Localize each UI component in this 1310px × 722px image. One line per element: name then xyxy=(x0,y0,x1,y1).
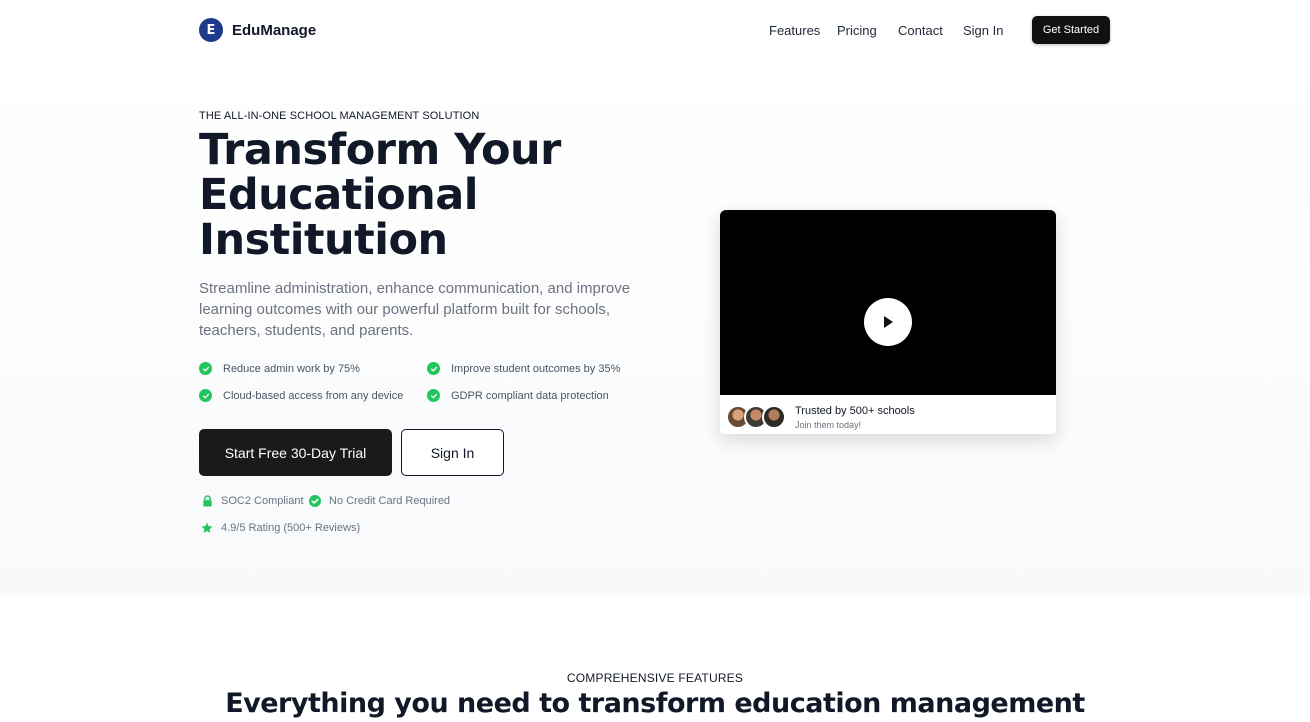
star-icon xyxy=(201,521,213,534)
nav-link-features[interactable]: Features xyxy=(769,23,820,38)
benefit-item: Improve student outcomes by 35% xyxy=(427,362,620,375)
trusted-by-title: Trusted by 500+ schools xyxy=(795,405,915,417)
play-button[interactable] xyxy=(864,298,912,346)
benefit-label: GDPR compliant data protection xyxy=(451,389,609,402)
nav-link-contact[interactable]: Contact xyxy=(898,23,943,38)
features-eyebrow: COMPREHENSIVE FEATURES xyxy=(566,671,744,685)
benefit-item: Reduce admin work by 75% xyxy=(199,362,360,375)
video-card-footer: Trusted by 500+ schools Join them today! xyxy=(720,395,1056,434)
check-circle-icon xyxy=(309,494,321,507)
hero-eyebrow: THE ALL-IN-ONE SCHOOL MANAGEMENT SOLUTIO… xyxy=(199,110,480,122)
benefit-label: Cloud-based access from any device xyxy=(223,389,404,402)
hero-headline: Transform Your Educational Institution xyxy=(199,125,561,265)
brand-logo-icon: E xyxy=(199,18,223,42)
trust-label: SOC2 Compliant xyxy=(221,494,304,507)
start-free-trial-button[interactable]: Start Free 30-Day Trial xyxy=(199,429,392,476)
trust-badge-soc2: SOC2 Compliant xyxy=(201,494,304,507)
trust-badge-rating: 4.9/5 Rating (500+ Reviews) xyxy=(201,521,360,534)
avatar-group xyxy=(726,405,788,429)
nav-link-pricing[interactable]: Pricing xyxy=(837,23,877,38)
features-title: Everything you need to transform educati… xyxy=(225,688,1085,719)
benefit-item: GDPR compliant data protection xyxy=(427,389,609,402)
video-card: Trusted by 500+ schools Join them today! xyxy=(720,210,1056,434)
hero-subtitle: Streamline administration, enhance commu… xyxy=(199,280,631,339)
brand-name: EduManage xyxy=(232,21,317,39)
trust-label: 4.9/5 Rating (500+ Reviews) xyxy=(221,521,361,534)
play-icon xyxy=(884,316,893,328)
top-navbar: E EduManage Features Pricing Contact Sig… xyxy=(0,0,1310,60)
video-player[interactable] xyxy=(720,210,1056,395)
check-circle-icon xyxy=(427,362,440,375)
benefit-label: Reduce admin work by 75% xyxy=(223,362,360,375)
trust-badge-no-card: No Credit Card Required xyxy=(309,494,450,507)
benefit-item: Cloud-based access from any device xyxy=(199,389,403,402)
benefit-label: Improve student outcomes by 35% xyxy=(451,362,621,375)
trusted-by-subtitle: Join them today! xyxy=(795,420,862,430)
lock-icon xyxy=(201,494,213,507)
check-circle-icon xyxy=(199,389,212,402)
get-started-button[interactable]: Get Started xyxy=(1032,16,1110,44)
check-circle-icon xyxy=(199,362,212,375)
sign-in-button[interactable]: Sign In xyxy=(401,429,504,476)
check-circle-icon xyxy=(427,389,440,402)
avatar xyxy=(762,405,786,429)
brand-logo-link[interactable]: E EduManage xyxy=(199,18,316,42)
nav-link-sign-in[interactable]: Sign In xyxy=(963,23,1003,38)
trust-label: No Credit Card Required xyxy=(329,494,451,507)
